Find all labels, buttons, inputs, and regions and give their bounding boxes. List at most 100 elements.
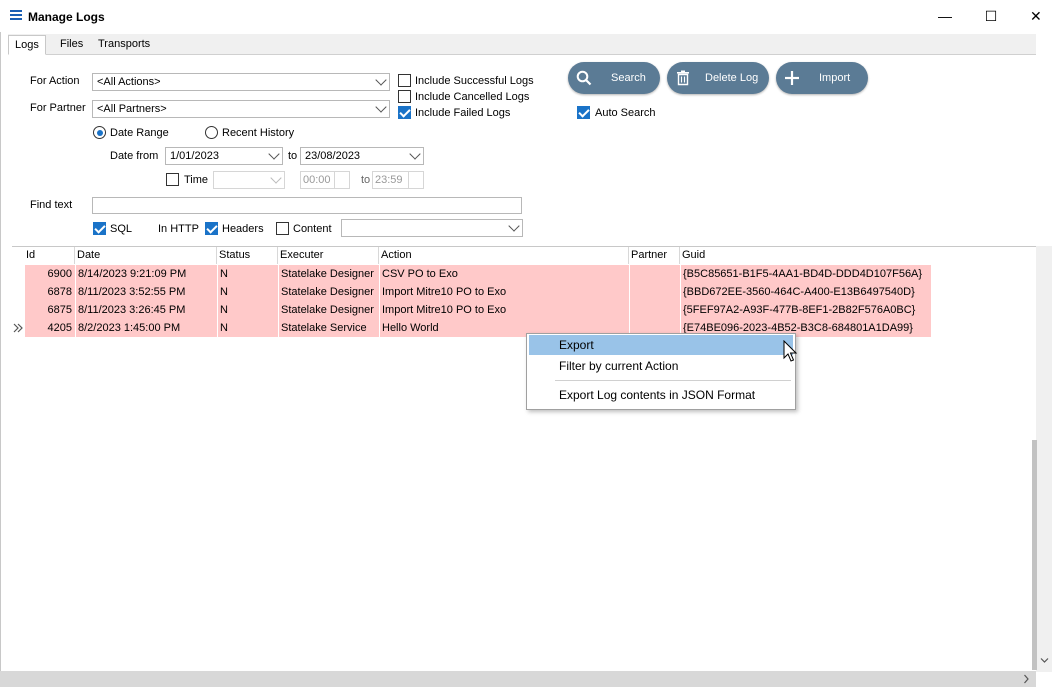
mouse-cursor-icon xyxy=(783,340,797,362)
delete-log-button-label: Delete Log xyxy=(705,72,759,84)
date-to-picker[interactable]: 23/08/2023 xyxy=(300,147,424,165)
scroll-right-icon[interactable] xyxy=(1022,674,1031,684)
cell-executer: Statelake Designer xyxy=(279,283,380,301)
close-button[interactable]: ✕ xyxy=(1016,4,1052,28)
column-header-date[interactable]: Date xyxy=(75,247,217,264)
for-action-value: <All Actions> xyxy=(97,76,161,88)
content-type-select[interactable] xyxy=(341,219,523,237)
vertical-scrollbar[interactable] xyxy=(1036,246,1052,672)
sql-label: SQL xyxy=(110,223,133,235)
cell-guid: {BBD672EE-3560-464C-A400-E13B6497540D} xyxy=(681,283,932,301)
time-to-value: 23:59 xyxy=(375,174,403,186)
for-action-select[interactable]: <All Actions> xyxy=(92,73,390,91)
minimize-button[interactable]: — xyxy=(925,4,965,28)
tab-logs[interactable]: Logs xyxy=(8,35,46,55)
time-from-stepper[interactable]: 00:00 xyxy=(300,171,350,189)
for-partner-select[interactable]: <All Partners> xyxy=(92,100,390,118)
cell-guid: {5FEF97A2-A93F-477B-8EF1-2B82F576A0BC} xyxy=(681,301,932,319)
current-row-indicator-icon xyxy=(13,323,23,333)
include-successful-checkbox[interactable] xyxy=(398,74,411,87)
column-header-partner[interactable]: Partner xyxy=(629,247,680,264)
cell-id: 4205 xyxy=(25,319,76,337)
import-button-label: Import xyxy=(819,72,851,84)
delete-log-button[interactable]: Delete Log xyxy=(667,62,769,94)
title-bar xyxy=(0,0,1052,32)
scroll-down-icon[interactable] xyxy=(1040,656,1049,665)
window-title: Manage Logs xyxy=(28,10,105,24)
cell-status: N xyxy=(218,265,279,283)
table-row[interactable]: 6875 8/11/2023 3:26:45 PM N Statelake Desig… xyxy=(25,301,932,319)
menu-item-filter-by-action[interactable]: Filter by current Action xyxy=(529,356,793,376)
time-to-stepper[interactable]: 23:59 xyxy=(372,171,424,189)
import-button[interactable]: Import xyxy=(776,62,868,94)
headers-checkbox[interactable] xyxy=(205,222,218,235)
search-button[interactable]: Search xyxy=(568,62,660,94)
column-header-action[interactable]: Action xyxy=(379,247,629,264)
tab-transports[interactable]: Transports xyxy=(92,35,156,53)
cell-date: 8/14/2023 9:21:09 PM xyxy=(76,265,218,283)
cell-executer: Statelake Designer xyxy=(279,301,380,319)
content-checkbox[interactable] xyxy=(276,222,289,235)
cell-id: 6875 xyxy=(25,301,76,319)
cell-action: Import Mitre10 PO to Exo xyxy=(380,301,630,319)
column-header-id[interactable]: Id xyxy=(24,247,75,264)
cell-status: N xyxy=(218,301,279,319)
tab-files[interactable]: Files xyxy=(54,35,89,53)
table-row[interactable]: 6900 8/14/2023 9:21:09 PM N Statelake Desig… xyxy=(25,265,932,283)
chevron-down-icon xyxy=(268,148,280,160)
cell-id: 6878 xyxy=(25,283,76,301)
column-header-status[interactable]: Status xyxy=(217,247,278,264)
date-range-label: Date Range xyxy=(110,127,169,139)
maximize-button[interactable]: ☐ xyxy=(971,4,1011,28)
column-header-guid[interactable]: Guid xyxy=(680,247,932,264)
cell-status: N xyxy=(218,283,279,301)
include-failed-checkbox[interactable] xyxy=(398,106,411,119)
recent-history-radio[interactable] xyxy=(205,126,218,139)
cell-partner xyxy=(630,265,681,283)
cell-partner xyxy=(630,283,681,301)
content-label: Content xyxy=(293,223,332,235)
cell-status: N xyxy=(218,319,279,337)
include-failed-label: Include Failed Logs xyxy=(415,107,511,119)
cell-executer: Statelake Service xyxy=(279,319,380,337)
auto-search-label: Auto Search xyxy=(595,107,656,119)
include-cancelled-checkbox[interactable] xyxy=(398,90,411,103)
include-successful-label: Include Successful Logs xyxy=(415,75,534,87)
date-to-label: to xyxy=(288,150,298,162)
date-range-radio[interactable] xyxy=(93,126,106,139)
date-from-picker[interactable]: 1/01/2023 xyxy=(165,147,283,165)
cell-guid: {B5C85651-B1F5-4AA1-BD4D-DDD4D107F56A} xyxy=(681,265,932,283)
search-button-label: Search xyxy=(611,72,646,84)
for-partner-label: For Partner xyxy=(30,102,86,114)
for-partner-value: <All Partners> xyxy=(97,103,167,115)
menu-item-export[interactable]: Export xyxy=(529,335,793,355)
chevron-down-icon xyxy=(270,172,282,184)
find-text-label: Find text xyxy=(30,199,73,211)
auto-search-checkbox[interactable] xyxy=(577,106,590,119)
chevron-down-icon xyxy=(375,74,387,86)
time-checkbox[interactable] xyxy=(166,173,179,186)
chevron-down-icon xyxy=(375,101,387,113)
for-action-label: For Action xyxy=(30,75,80,87)
window-frame xyxy=(0,32,1,687)
cell-action: Import Mitre10 PO to Exo xyxy=(380,283,630,301)
table-row[interactable]: 6878 8/11/2023 3:52:55 PM N Statelake Desig… xyxy=(25,283,932,301)
cell-action: CSV PO to Exo xyxy=(380,265,630,283)
time-select[interactable] xyxy=(213,171,285,189)
cell-date: 8/11/2023 3:26:45 PM xyxy=(76,301,218,319)
plus-icon xyxy=(785,71,799,85)
cell-id: 6900 xyxy=(25,265,76,283)
trash-icon xyxy=(677,70,689,86)
vertical-scrollbar-thumb[interactable] xyxy=(1032,440,1037,670)
headers-label: Headers xyxy=(222,223,264,235)
date-to-value: 23/08/2023 xyxy=(305,150,361,162)
sql-checkbox[interactable] xyxy=(93,222,106,235)
spinner-arrows-icon xyxy=(408,172,423,188)
column-header-executer[interactable]: Executer xyxy=(278,247,379,264)
menu-icon[interactable] xyxy=(10,10,22,20)
date-from-value: 1/01/2023 xyxy=(170,150,219,162)
horizontal-scrollbar[interactable] xyxy=(0,671,1036,687)
menu-item-export-json[interactable]: Export Log contents in JSON Format xyxy=(529,385,793,405)
include-cancelled-label: Include Cancelled Logs xyxy=(415,91,530,103)
find-text-input[interactable] xyxy=(92,197,522,214)
